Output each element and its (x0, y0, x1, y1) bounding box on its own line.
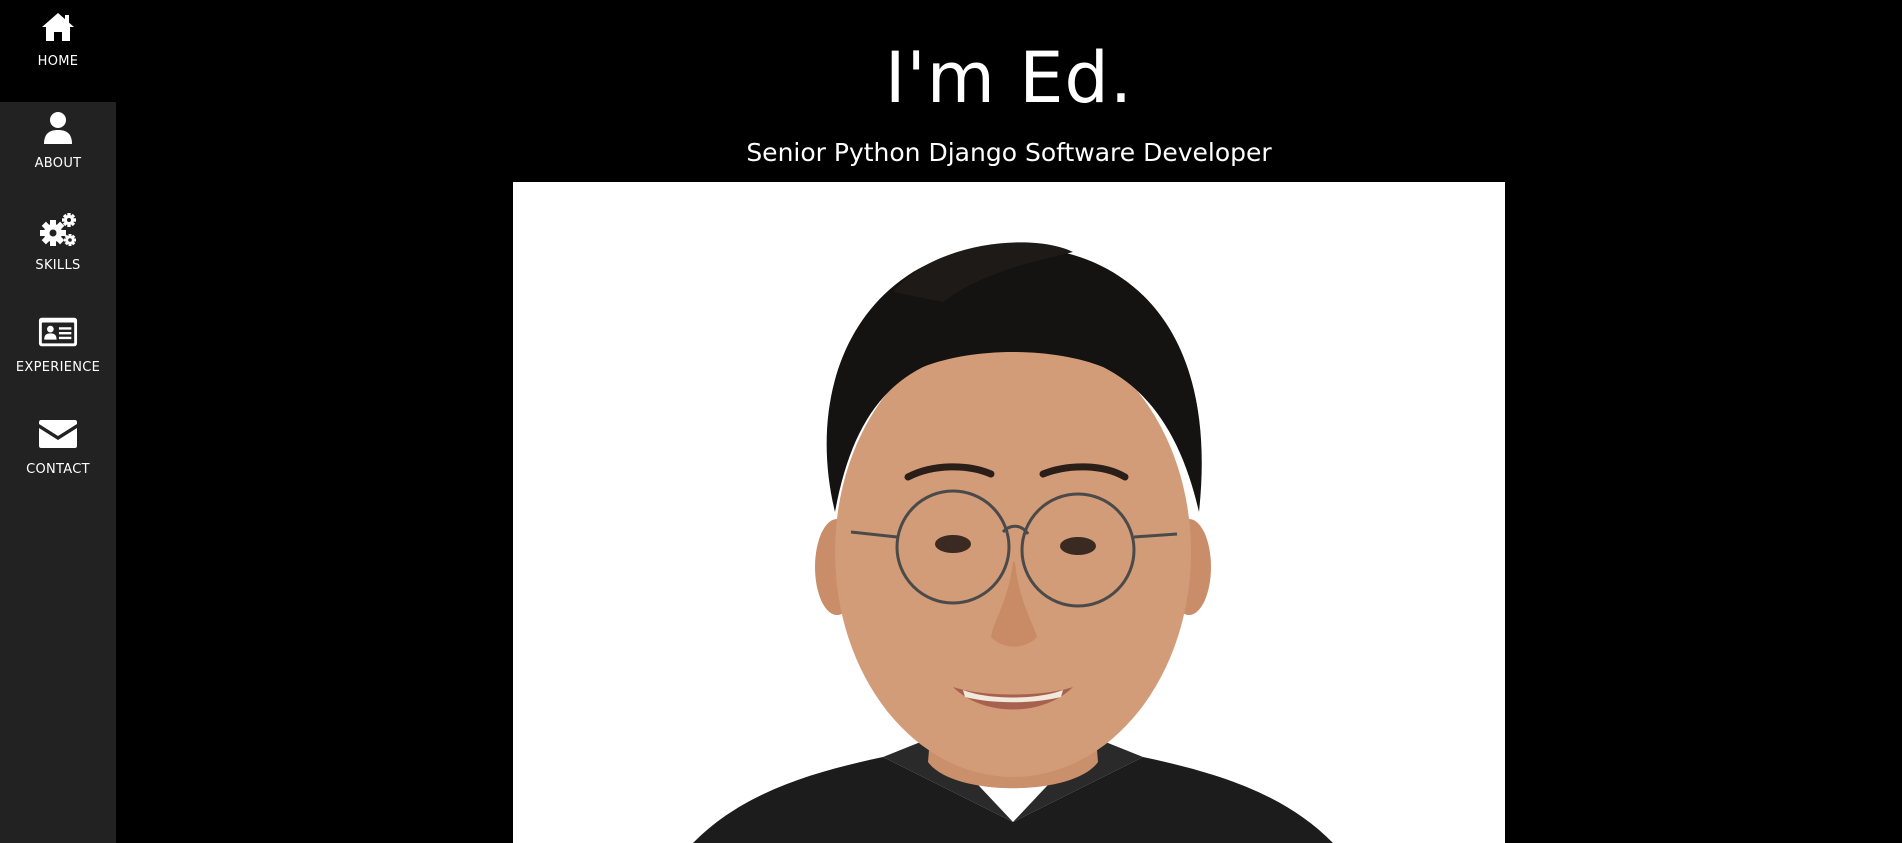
sidebar-item-label: ABOUT (34, 156, 82, 171)
sidebar-item-contact[interactable]: CONTACT (0, 408, 116, 510)
sidebar-item-label: SKILLS (35, 258, 81, 273)
hero-section: I'm Ed. Senior Python Django Software De… (116, 0, 1902, 843)
sidebar-item-label: EXPERIENCE (15, 360, 101, 375)
gears-icon (38, 210, 78, 250)
sidebar-item-experience[interactable]: EXPERIENCE (0, 306, 116, 408)
sidebar-item-skills[interactable]: SKILLS (0, 204, 116, 306)
user-icon (38, 108, 78, 148)
hero-title: I'm Ed. (884, 37, 1134, 119)
portrait-photo (513, 182, 1505, 843)
envelope-icon (38, 414, 78, 454)
id-card-icon (38, 312, 78, 352)
sidebar-item-label: HOME (37, 54, 79, 69)
sidebar-item-home[interactable]: HOME (0, 0, 116, 102)
sidebar-item-about[interactable]: ABOUT (0, 102, 116, 204)
hero-subtitle: Senior Python Django Software Developer (746, 138, 1272, 167)
sidebar-item-label: CONTACT (26, 462, 90, 477)
sidebar-nav: HOME ABOUT SKILLS EXPERIENCE CONTACT (0, 0, 116, 843)
home-icon (38, 6, 78, 46)
